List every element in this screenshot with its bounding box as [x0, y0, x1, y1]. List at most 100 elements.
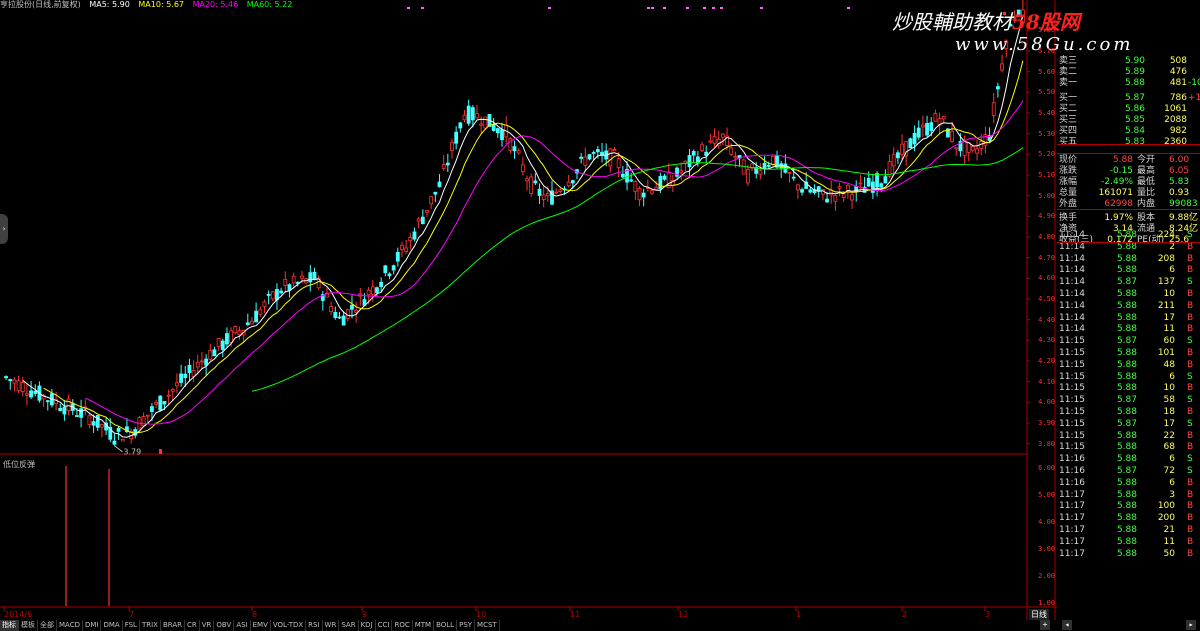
candle-down — [112, 440, 117, 445]
order-price: 5.87 — [1124, 93, 1145, 103]
order-change: -10 — [1188, 78, 1200, 88]
tab-kdj[interactable]: KDJ — [359, 620, 376, 631]
tick-volume: 50 — [1163, 548, 1175, 559]
candle-down — [387, 273, 392, 277]
tick-row: 11:15 5.88 18 B — [1057, 407, 1200, 418]
tab-fsl[interactable]: FSL — [123, 620, 140, 631]
tab-roc[interactable]: ROC — [392, 620, 413, 631]
event-marker — [686, 7, 689, 9]
period-label[interactable]: 日线 — [1029, 609, 1049, 620]
tab-模板[interactable]: 模板 — [19, 620, 38, 631]
tab-rsi[interactable]: RSI — [306, 620, 323, 631]
tab-指标[interactable]: 指标 — [0, 620, 19, 631]
order-book-row[interactable]: 买五 5.83 2360 — [1057, 137, 1200, 148]
tick-row: 11:14 5.88 2 B — [1057, 242, 1200, 253]
candle-up — [1000, 63, 1004, 71]
candle-up — [679, 170, 684, 173]
tick-time: 11:15 — [1059, 383, 1085, 394]
order-level-label: 卖三 — [1059, 56, 1078, 66]
candle-up — [429, 196, 434, 205]
tick-price: 5.88 — [1116, 501, 1137, 512]
tab-mtm[interactable]: MTM — [413, 620, 435, 631]
tab-vol-tdx[interactable]: VOL-TDX — [271, 620, 307, 631]
candle-down — [79, 408, 83, 418]
tab-obv[interactable]: OBV — [214, 620, 235, 631]
order-book-row[interactable]: 买四 5.84 982 — [1057, 126, 1200, 137]
candle-up — [216, 337, 221, 348]
candle-up — [233, 325, 238, 333]
tab-cr[interactable]: CR — [185, 620, 200, 631]
tab-wr[interactable]: WR — [323, 620, 340, 631]
tab-brar[interactable]: BRAR — [161, 620, 185, 631]
tick-price: 5.88 — [1116, 359, 1137, 370]
signal-marker — [159, 449, 162, 454]
event-marker — [847, 7, 850, 9]
tab-全部[interactable]: 全部 — [38, 620, 57, 631]
tick-price: 5.88 — [1116, 300, 1137, 311]
tick-time: 11:17 — [1059, 513, 1085, 524]
order-book-row[interactable]: 卖一 5.88 481 -10 — [1057, 78, 1200, 89]
candle-up — [841, 193, 846, 198]
tick-time: 11:17 — [1059, 489, 1085, 500]
tab-dma[interactable]: DMA — [101, 620, 123, 631]
candle-up — [87, 415, 92, 426]
order-book-row[interactable]: 买二 5.86 1061 — [1057, 104, 1200, 115]
tab-vr[interactable]: VR — [200, 620, 215, 631]
tab-emv[interactable]: EMV — [251, 620, 271, 631]
tick-side: S — [1187, 395, 1193, 406]
order-book-row[interactable]: 卖二 5.89 476 — [1057, 67, 1200, 78]
candle-down — [433, 191, 438, 195]
price-axis-label: 5.00 — [1038, 191, 1055, 200]
price-axis-label: 5.20 — [1038, 150, 1055, 159]
candle-down — [537, 188, 542, 196]
tick-side: S — [1187, 371, 1193, 382]
tick-price: 5.88 — [1116, 407, 1137, 417]
scroll-left-button[interactable]: ◂ — [1062, 620, 1072, 630]
candle-down — [266, 294, 271, 296]
quote-value: 9.88亿 — [1169, 213, 1199, 223]
tick-time: 11:15 — [1059, 359, 1085, 370]
candle-down — [220, 340, 225, 350]
order-book-row[interactable]: 买一 5.87 786+10 — [1057, 93, 1200, 104]
tab-trix[interactable]: TRIX — [140, 620, 161, 631]
candle-down — [800, 189, 804, 193]
tab-asi[interactable]: ASI — [234, 620, 251, 631]
candle-up — [966, 142, 971, 153]
order-book-row[interactable]: 卖三 5.90 508 — [1057, 56, 1200, 67]
tab-dmi[interactable]: DMI — [83, 620, 102, 631]
collapse-handle[interactable]: › — [0, 214, 8, 244]
price-axis-label: 4.20 — [1038, 357, 1055, 365]
candle-down — [641, 192, 646, 198]
price-axis-label: 5.50 — [1038, 88, 1055, 97]
scroll-plus-button[interactable]: + — [1040, 620, 1050, 630]
tab-boll[interactable]: BOLL — [434, 620, 458, 631]
candle-up — [462, 114, 467, 121]
order-book-row[interactable]: 买三 5.85 2088 — [1057, 115, 1200, 126]
price-axis-label: 4.90 — [1038, 212, 1055, 221]
candle-down — [379, 281, 384, 287]
order-price: 5.85 — [1124, 115, 1145, 125]
tick-side: B — [1187, 359, 1194, 370]
tick-time: 11:15 — [1059, 371, 1085, 382]
tab-mcst[interactable]: MCST — [475, 620, 500, 631]
kline-chart[interactable]: 3.79 — [0, 0, 1200, 631]
tick-volume: 6 — [1169, 265, 1175, 276]
candle-up — [475, 113, 479, 119]
tab-psy[interactable]: PSY — [457, 620, 476, 631]
candle-up — [175, 382, 179, 387]
tab-cci[interactable]: CCI — [376, 620, 393, 631]
tab-macd[interactable]: MACD — [57, 620, 83, 631]
tick-side: B — [1187, 489, 1194, 500]
tab-sar[interactable]: SAR — [339, 620, 359, 631]
event-marker — [651, 7, 654, 9]
event-marker — [647, 7, 650, 9]
candle-up — [404, 247, 409, 252]
tick-row: 11:17 5.88 100 B — [1057, 501, 1200, 512]
tick-side: B — [1187, 548, 1194, 559]
price-axis-label: 5.70 — [1038, 47, 1055, 55]
tick-side: B — [1187, 442, 1194, 453]
candle-down — [75, 415, 79, 417]
scroll-right-button[interactable]: ▸ — [1186, 620, 1196, 630]
candle-down — [454, 131, 459, 144]
candle-up — [270, 291, 275, 300]
